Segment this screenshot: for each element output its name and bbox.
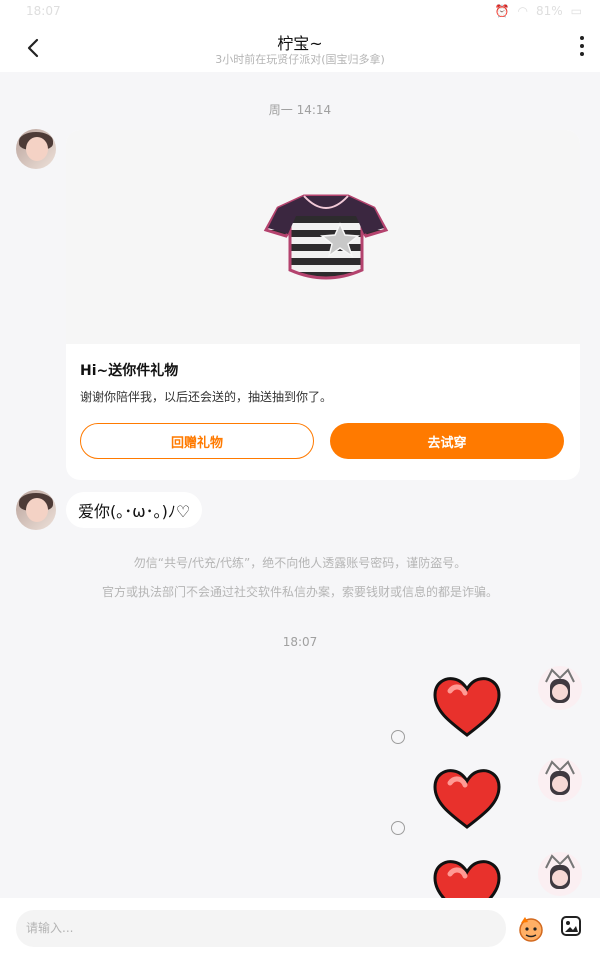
status-bar: 18:07 ⏰ ◠ 81% ▭	[0, 0, 600, 24]
gift-image	[66, 130, 580, 344]
try-on-button[interactable]: 去试穿	[330, 423, 564, 459]
gift-card: Hi~送你件礼物 谢谢你陪伴我，以后还会送的，抽送抽到你了。 回赠礼物 去试穿	[66, 130, 580, 480]
more-vertical-icon[interactable]	[578, 34, 586, 58]
heart-icon[interactable]	[430, 767, 504, 831]
battery-icon: ▭	[570, 4, 582, 18]
gift-title: Hi~送你件礼物	[80, 363, 179, 379]
gift-shirt-image	[263, 194, 389, 280]
chat-header: 柠宝~ 3小时前在玩贤仔派对(国宝归多拿)	[0, 24, 600, 72]
battery-text: 81%	[535, 4, 563, 18]
heart-icon[interactable]	[430, 675, 504, 739]
gift-description: 谢谢你陪伴我，以后还会送的，抽送抽到你了。	[80, 390, 333, 404]
message-input[interactable]: 请输入...	[16, 910, 506, 947]
avatar[interactable]	[536, 756, 584, 804]
security-notice: 勿信“共号/代充/代练”，绝不向他人透露账号密码，谨防盗号。	[133, 556, 467, 570]
image-icon[interactable]	[561, 916, 581, 936]
text-message-bubble[interactable]: 爱你(｡･ω･｡)ﾉ♡	[66, 492, 203, 528]
avatar[interactable]	[16, 129, 56, 169]
message-timestamp: 周一 14:14	[268, 103, 332, 117]
message-select-radio[interactable]	[391, 821, 405, 835]
emoji-icon[interactable]	[516, 915, 546, 943]
alarm-icon: ⏰	[494, 4, 510, 18]
status-time: 18:07	[26, 4, 61, 18]
avatar[interactable]	[536, 850, 584, 898]
message-input-bar: 请输入...	[0, 898, 600, 960]
avatar[interactable]	[536, 664, 584, 712]
return-gift-button[interactable]: 回赠礼物	[80, 423, 314, 459]
wifi-icon: ◠	[517, 4, 528, 18]
avatar[interactable]	[16, 490, 56, 530]
message-select-radio[interactable]	[391, 730, 405, 744]
fraud-notice: 官方或执法部门不会通过社交软件私信办案，索要钱财或信息的都是诈骗。	[101, 585, 498, 599]
chat-subtitle: 3小时前在玩贤仔派对(国宝归多拿)	[215, 53, 385, 66]
status-indicators: ⏰ ◠ 81% ▭	[495, 4, 582, 18]
message-timestamp: 18:07	[282, 635, 318, 649]
